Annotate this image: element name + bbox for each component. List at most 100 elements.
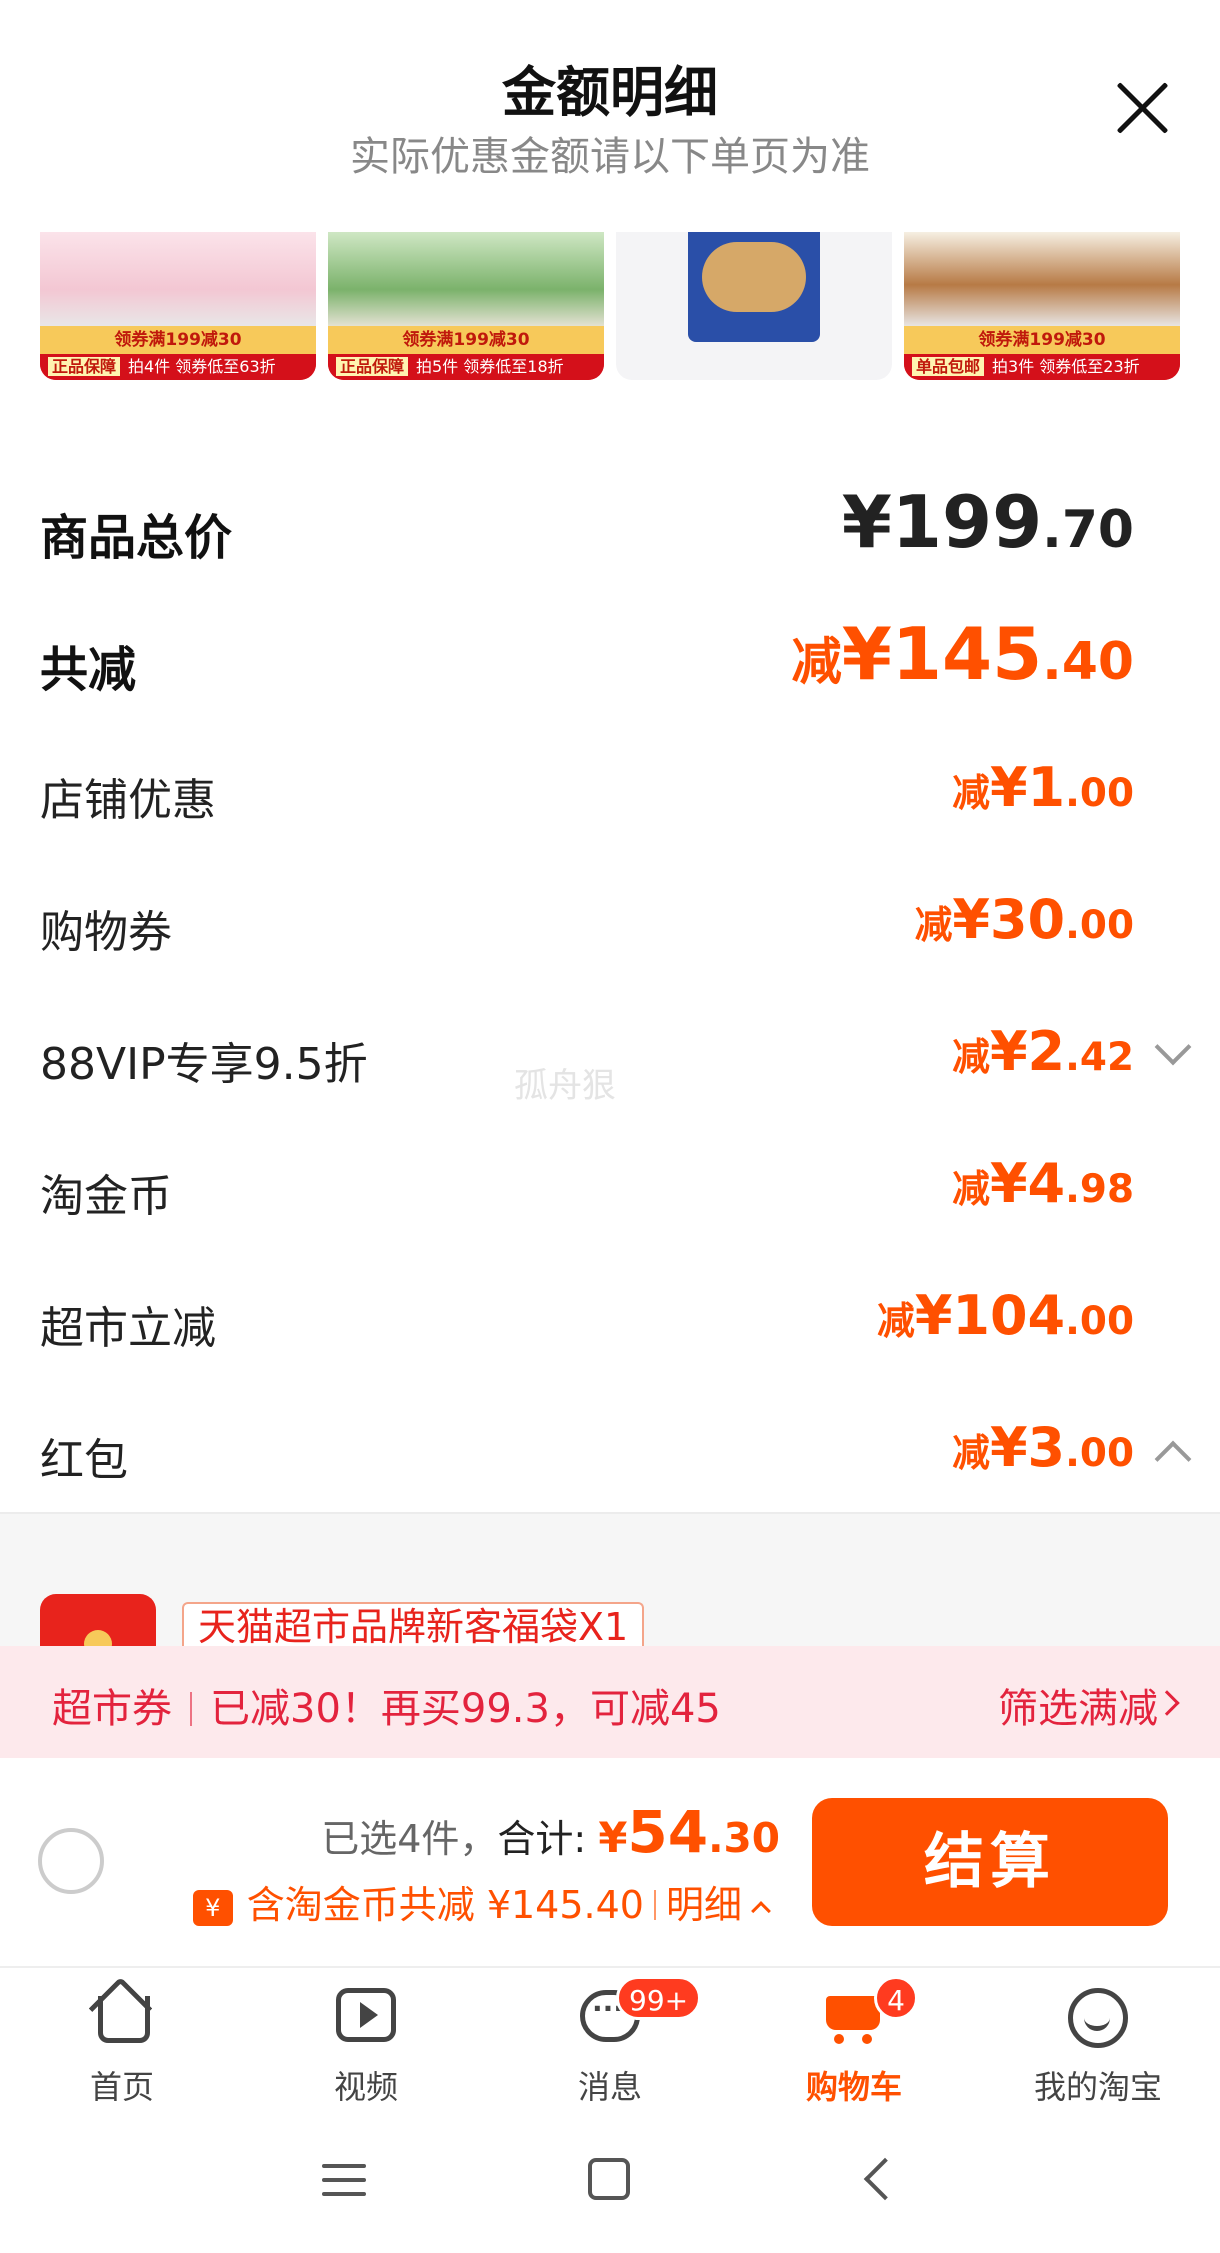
row-label: 商品总价 [40, 510, 233, 566]
total-label: 合计: [497, 1817, 587, 1861]
tab-home[interactable]: 首页 [0, 1968, 244, 2118]
coupon-banner[interactable]: 超市券 已减30！再买99.3，可减45 筛选满减 [0, 1646, 1220, 1758]
tab-label: 首页 [89, 2068, 154, 2106]
product-promo-text: 拍5件 领券低至18折 [416, 357, 564, 376]
row-value: 减¥104.00 [877, 1284, 1134, 1347]
coupon-banner-text: 超市券 已减30！再买99.3，可减45 [52, 1676, 721, 1734]
coin-icon: ¥ [192, 1890, 233, 1926]
product-thumbnail[interactable]: 领券满199减30 单品包邮 拍3件 领券低至23折 [904, 232, 1180, 380]
chevron-down-icon[interactable] [1154, 1028, 1192, 1066]
home-square-icon[interactable] [588, 2158, 630, 2200]
video-icon [332, 1982, 400, 2050]
sheet-subtitle: 实际优惠金额请以下单页为准 [350, 134, 870, 180]
value-decimal: .70 [1042, 500, 1134, 560]
value-decimal: .00 [1065, 1299, 1134, 1344]
row-shopping-coupon: 购物券 减¥30.00 [0, 858, 1220, 990]
divider [190, 1692, 192, 1726]
row-taojinbi: 淘金币 减¥4.98 [0, 1122, 1220, 1254]
profile-icon [1064, 1982, 1132, 2050]
product-thumbnail-strip[interactable]: 领券满199减30 正品保障 拍4件 领券低至63折 领券满199减30 正品保障… [0, 232, 1220, 382]
tab-cart[interactable]: 4 购物车 [732, 1968, 976, 2118]
checkout-bar: 已选4件，合计: ¥54.30 ¥ 含淘金币共减 ¥145.40 明细 结算 [0, 1758, 1220, 1968]
product-thumbnail[interactable]: 领券满199减30 正品保障 拍5件 领券低至18折 [328, 232, 604, 380]
product-tag: 单品包邮 [912, 357, 985, 376]
value-integer: ¥145 [841, 612, 1043, 696]
product-thumbnail[interactable] [616, 232, 892, 380]
value-prefix: 减 [952, 1431, 990, 1475]
product-tag: 正品保障 [48, 357, 121, 376]
product-image [328, 232, 604, 328]
value-integer: ¥3 [989, 1416, 1066, 1479]
detail-link[interactable]: 明细 [666, 1883, 742, 1927]
product-image [904, 232, 1180, 328]
row-value: 减¥3.00 [952, 1416, 1134, 1479]
value-decimal: .98 [1065, 1167, 1134, 1212]
row-label: 红包 [40, 1435, 128, 1486]
watermark: 孤舟狠 [514, 1066, 616, 1106]
row-label: 88VIP专享9.5折 [40, 1039, 368, 1090]
product-image [688, 232, 820, 342]
close-icon[interactable] [1112, 78, 1172, 138]
product-promo-text: 拍3件 领券低至23折 [992, 357, 1140, 376]
row-store-discount: 店铺优惠 减¥1.00 [0, 726, 1220, 858]
discount-summary[interactable]: ¥ 含淘金币共减 ¥145.40 明细 [192, 1874, 771, 1929]
row-value: 减¥145.40 [791, 612, 1134, 696]
tab-video[interactable]: 视频 [244, 1968, 488, 2118]
row-total-price: 商品总价 ¥199.70 [0, 462, 1220, 594]
coupon-label: 超市券 [52, 1686, 172, 1732]
product-promo-band: 领券满199减30 [328, 326, 604, 354]
selected-count: 已选4件， [321, 1817, 498, 1861]
red-packet-details: 天猫超市品牌新客福袋X1 [0, 1512, 1220, 1674]
value-integer: ¥30 [952, 888, 1066, 951]
value-decimal: .00 [1065, 903, 1134, 948]
back-icon[interactable] [863, 2157, 907, 2201]
row-value: 减¥4.98 [952, 1152, 1134, 1215]
sheet-header: 金额明细 实际优惠金额请以下单页为准 [0, 0, 1220, 230]
tab-label: 视频 [333, 2068, 398, 2106]
value-prefix: 减 [952, 1035, 990, 1079]
tab-messages[interactable]: 99+ 消息 [488, 1968, 732, 2118]
tab-label: 我的淘宝 [1033, 2068, 1162, 2106]
filter-discount-link[interactable]: 筛选满减 [998, 1676, 1158, 1734]
product-promo-text: 拍4件 领券低至63折 [128, 357, 276, 376]
total-currency: ¥ [598, 1813, 628, 1862]
coupon-message: 已减30！再买99.3，可减45 [210, 1686, 721, 1732]
row-label: 购物券 [40, 907, 172, 958]
product-image [40, 232, 316, 328]
red-packet-tag: 天猫超市品牌新客福袋X1 [182, 1602, 645, 1648]
row-value: 减¥2.42 [952, 1020, 1134, 1083]
value-prefix: 减 [791, 632, 842, 691]
product-thumbnail[interactable]: 领券满199减30 正品保障 拍4件 领券低至63折 [40, 232, 316, 380]
total-integer: 54 [627, 1798, 709, 1866]
value-decimal: .00 [1065, 1431, 1134, 1476]
select-all-radio[interactable] [38, 1828, 104, 1894]
value-decimal: .42 [1065, 1035, 1134, 1080]
product-promo-bar: 单品包邮 拍3件 领券低至23折 [904, 354, 1180, 380]
chevron-up-icon[interactable] [1154, 1440, 1192, 1478]
chevron-right-icon [1154, 1690, 1180, 1716]
total-amount: ¥54.30 [598, 1798, 780, 1866]
value-integer: ¥104 [914, 1284, 1066, 1347]
value-integer: ¥4 [989, 1152, 1066, 1215]
value-prefix: 减 [877, 1299, 915, 1343]
row-label: 店铺优惠 [40, 775, 216, 826]
checkout-summary: 已选4件，合计: ¥54.30 [321, 1798, 780, 1866]
tab-my-taobao[interactable]: 我的淘宝 [976, 1968, 1220, 2118]
cart-badge: 4 [874, 1976, 918, 2020]
menu-icon[interactable] [322, 2162, 366, 2198]
bottom-tab-bar: 首页 视频 99+ 消息 4 购物车 我的淘宝 [0, 1968, 1220, 2118]
value-integer: ¥2 [989, 1020, 1066, 1083]
row-value: 减¥1.00 [952, 756, 1134, 819]
checkout-button[interactable]: 结算 [812, 1798, 1168, 1926]
discount-text: 含淘金币共减 ¥145.40 [246, 1883, 644, 1927]
value-integer: ¥1 [989, 756, 1066, 819]
row-label: 共减 [40, 642, 137, 698]
row-total-discount: 共减 减¥145.40 [0, 594, 1220, 726]
value-prefix: 减 [914, 903, 953, 947]
chevron-up-icon [751, 1901, 771, 1921]
row-red-packet[interactable]: 红包 减¥3.00 [0, 1386, 1220, 1518]
product-promo-band: 领券满199减30 [40, 326, 316, 354]
row-supermarket-discount: 超市立减 减¥104.00 [0, 1254, 1220, 1386]
row-label: 超市立减 [40, 1303, 216, 1354]
value-integer: ¥199 [841, 480, 1043, 564]
